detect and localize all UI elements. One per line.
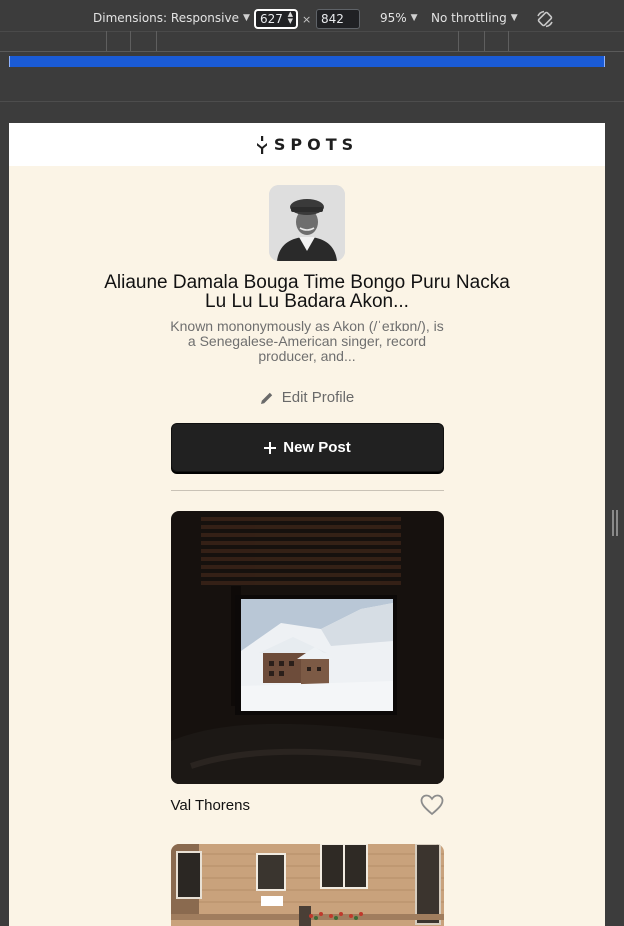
media-query-bar[interactable] (9, 56, 605, 67)
rotate-icon[interactable] (535, 9, 555, 29)
profile-section: Aliaune Damala Bouga Time Bongo Puru Nac… (9, 166, 605, 926)
logo-icon (256, 135, 267, 154)
throttling-dropdown[interactable]: No throttling ▼ (431, 11, 518, 25)
chevron-down-icon: ▼ (510, 13, 518, 23)
ruler-bottom (0, 51, 624, 52)
edit-profile-button[interactable]: Edit Profile (260, 389, 355, 406)
post-card: Val Thorens (170, 511, 444, 816)
ruler-tick (508, 31, 509, 51)
card-title: Val Thorens (170, 796, 251, 814)
dimensions-dropdown[interactable]: Dimensions: Responsive ▼ (93, 11, 250, 25)
logo-text: SPOTS (273, 135, 359, 154)
site-header: SPOTS (9, 123, 605, 166)
chevron-down-icon: ▼ (242, 13, 250, 23)
height-value: 842 (321, 12, 344, 26)
chevron-down-icon: ▼ (410, 13, 418, 23)
avatar-photo (269, 185, 345, 261)
section-divider (170, 490, 444, 491)
new-post-button[interactable]: New Post (170, 423, 444, 472)
heart-icon[interactable] (420, 794, 444, 816)
card-footer: Val Thorens (171, 794, 444, 816)
ruler-tick (106, 31, 107, 51)
window-snow-village-image (170, 511, 444, 784)
times-symbol: × (302, 13, 312, 26)
ruler-tick (130, 31, 131, 51)
profile-bio: Known mononymously as Akon (/ˈeɪkɒn/), i… (170, 319, 444, 364)
edit-profile-label: Edit Profile (281, 389, 355, 406)
pencil-icon (260, 392, 272, 404)
ruler-tick (458, 31, 459, 51)
toolbar-separator (0, 101, 624, 102)
ruler-tick (484, 31, 485, 51)
ruler-tick (156, 31, 157, 51)
throttling-label: No throttling (431, 11, 507, 25)
avatar (269, 185, 345, 261)
width-input[interactable]: 627 ▲ ▼ (254, 9, 298, 29)
paris-building-image (170, 844, 444, 926)
dimensions-label: Dimensions: Responsive (93, 11, 239, 25)
profile-name: Aliaune Damala Bouga Time Bongo Puru Nac… (104, 273, 510, 311)
new-post-label: New Post (283, 439, 351, 456)
page-viewport: SPOTS Aliaune Damala Bouga Time Bongo Pu… (9, 123, 605, 926)
zoom-label: 95% (380, 11, 407, 25)
device-toolbar: Dimensions: Responsive ▼ 627 ▲ ▼ × 842 95… (0, 0, 624, 38)
post-card-image[interactable] (170, 844, 444, 926)
width-value: 627 (260, 12, 283, 26)
card-image[interactable] (170, 511, 444, 784)
zoom-dropdown[interactable]: 95% ▼ (380, 11, 418, 25)
resize-handle[interactable] (612, 510, 620, 536)
ruler-top (0, 31, 624, 32)
stepper-icon[interactable]: ▲ ▼ (288, 11, 293, 25)
height-input[interactable]: 842 (316, 9, 360, 29)
plus-icon (264, 441, 277, 454)
